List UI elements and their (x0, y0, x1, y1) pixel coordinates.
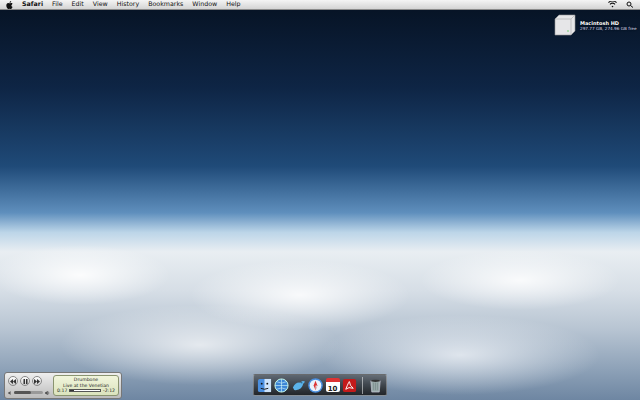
speaker-low-icon (8, 391, 12, 395)
finder-dock-item[interactable] (257, 378, 272, 393)
spotlight-icon[interactable] (626, 1, 634, 8)
elapsed-time: 0:17 (57, 388, 67, 394)
reader-dock-item[interactable] (342, 378, 357, 393)
calendar-dock-item[interactable]: 10 (325, 378, 340, 393)
desktop-icon[interactable]: Macintosh HD297.77 GB, 274.96 GB free (553, 14, 636, 36)
volume-slider[interactable] (14, 391, 43, 394)
calendar-icon: 10 (326, 378, 340, 392)
trash-icon (368, 378, 383, 393)
track-title: Drumbone (74, 377, 98, 383)
globe-dock-item[interactable] (274, 378, 289, 393)
speaker-high-icon (45, 391, 50, 395)
wifi-icon[interactable] (608, 1, 617, 8)
next-button[interactable] (32, 376, 42, 386)
next-icon (34, 379, 40, 384)
track-album: Live at the Venetian (63, 383, 109, 389)
icon-info: 297.77 GB, 274.96 GB free (580, 26, 636, 31)
screen: Safari File Edit View History Bookmarks Window… (0, 0, 640, 400)
menu-item[interactable]: View (93, 1, 108, 7)
trash-dock-item[interactable] (368, 378, 383, 393)
menu-item[interactable]: Window (192, 1, 217, 7)
play-pause-button[interactable] (20, 376, 30, 386)
desktop: Macintosh HD297.77 GB, 274.96 GB free Dru… (0, 10, 640, 400)
menu-item[interactable]: Edit (72, 1, 84, 7)
icon-name: Macintosh HD (580, 20, 636, 26)
calendar-date: 10 (328, 386, 338, 393)
reader-icon (342, 378, 357, 393)
pause-icon (23, 379, 28, 384)
music-player-widget: DrumboneLive at the Venetian0:17 -2:12 (4, 372, 122, 399)
app-menu[interactable]: Safari (22, 1, 43, 7)
apple-icon[interactable] (6, 1, 13, 9)
finder-icon (257, 378, 272, 393)
hard-drive-icon (553, 14, 577, 36)
globe-icon (274, 378, 289, 393)
track-display: DrumboneLive at the Venetian0:17 -2:12 (53, 375, 119, 396)
remaining-time: -2:12 (103, 388, 115, 394)
menu-item[interactable]: Bookmarks (148, 1, 183, 7)
menu-item[interactable]: History (117, 1, 139, 7)
menu-bar: Safari File Edit View History Bookmarks Window… (0, 0, 640, 10)
progress-bar[interactable] (69, 389, 101, 392)
dock-separator (362, 377, 363, 394)
safari-dock-item[interactable] (308, 378, 323, 393)
previous-button[interactable] (8, 376, 18, 386)
menu-item[interactable]: File (52, 1, 63, 7)
previous-icon (10, 379, 16, 384)
menu-item[interactable]: Help (226, 1, 240, 7)
twitter-dock-item[interactable] (291, 378, 306, 393)
safari-icon (308, 378, 323, 393)
dock: 10 (253, 374, 387, 396)
twitter-icon (291, 378, 306, 393)
